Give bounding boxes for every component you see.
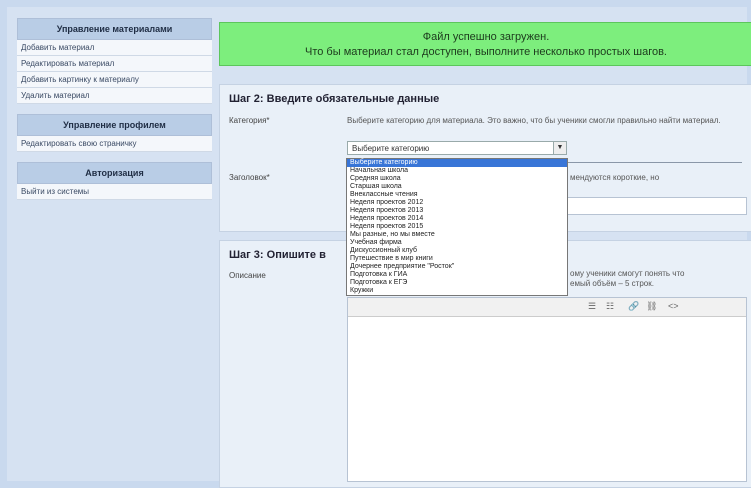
banner-line-1: Файл успешно загружен.: [422, 31, 550, 43]
category-select[interactable]: Выберите категорию ▼: [347, 141, 567, 155]
dropdown-option[interactable]: Неделя проектов 2015: [347, 223, 567, 231]
category-help-text: Выберите категорию для материала. Это ва…: [347, 116, 721, 125]
page-background: Управление материалами Добавить материал…: [7, 7, 751, 488]
sidebar-item-add-material[interactable]: Добавить материал: [17, 40, 212, 56]
dropdown-option[interactable]: Внеклассные чтения: [347, 191, 567, 199]
dropdown-option[interactable]: Подготовка к ЕГЭ: [347, 279, 567, 287]
code-icon[interactable]: <>: [668, 301, 679, 311]
dropdown-option[interactable]: Дочернее предприятие "Росток": [347, 263, 567, 271]
link-icon[interactable]: 🔗: [628, 301, 639, 312]
description-help-text: ому ученики смогут понять что емый объём…: [570, 269, 685, 288]
sidebar-heading-auth: Авторизация: [17, 162, 212, 184]
sidebar-heading-profile: Управление профилем: [17, 114, 212, 136]
sidebar: Управление материалами Добавить материал…: [17, 18, 212, 200]
dropdown-option[interactable]: Путешествие в мир книги: [347, 255, 567, 263]
dropdown-option[interactable]: Неделя проектов 2014: [347, 215, 567, 223]
title-label: Заголовок*: [229, 173, 270, 182]
dropdown-option[interactable]: Мы разные, но мы вместе: [347, 231, 567, 239]
title-help-text: мендуются короткие, но: [570, 173, 660, 182]
list-ul-icon[interactable]: ☰: [588, 301, 596, 312]
dropdown-option[interactable]: Начальная школа: [347, 167, 567, 175]
sidebar-item-edit-material[interactable]: Редактировать материал: [17, 56, 212, 72]
category-label: Категория*: [229, 116, 270, 125]
sidebar-item-logout[interactable]: Выйти из системы: [17, 184, 212, 200]
list-ol-icon[interactable]: ☷: [606, 301, 614, 312]
category-dropdown-list: Выберите категорию Начальная школа Средн…: [346, 158, 568, 296]
dropdown-option[interactable]: Подготовка к ГИА: [347, 271, 567, 279]
dropdown-option[interactable]: Кружки: [347, 287, 567, 295]
category-select-value: Выберите категорию: [352, 144, 430, 153]
success-banner: Файл успешно загружен. Что бы материал с…: [219, 22, 751, 66]
dropdown-option[interactable]: Неделя проектов 2012: [347, 199, 567, 207]
dropdown-option[interactable]: Старшая школа: [347, 183, 567, 191]
editor-toolbar: ☰ ☷ 🔗 ⛓ <>: [348, 298, 746, 317]
dropdown-option[interactable]: Дискуссионный клуб: [347, 247, 567, 255]
sidebar-item-delete-material[interactable]: Удалить материал: [17, 88, 212, 104]
dropdown-option[interactable]: Учебная фирма: [347, 239, 567, 247]
banner-line-2: Что бы материал стал доступен, выполните…: [305, 46, 667, 58]
unlink-icon[interactable]: ⛓: [646, 301, 657, 312]
sidebar-item-edit-profile[interactable]: Редактировать свою страничку: [17, 136, 212, 152]
dropdown-option[interactable]: Выберите категорию: [347, 159, 567, 167]
sidebar-item-add-image[interactable]: Добавить картинку к материалу: [17, 72, 212, 88]
sidebar-heading-materials: Управление материалами: [17, 18, 212, 40]
step-3-title: Шаг 3: Опишите в: [229, 249, 326, 261]
chevron-down-icon[interactable]: ▼: [553, 142, 566, 154]
dropdown-option[interactable]: Средняя школа: [347, 175, 567, 183]
description-editor[interactable]: ☰ ☷ 🔗 ⛓ <>: [347, 297, 747, 482]
dropdown-option[interactable]: Неделя проектов 2013: [347, 207, 567, 215]
description-label: Описание: [229, 271, 266, 280]
step-2-title: Шаг 2: Введите обязательные данные: [229, 93, 440, 105]
